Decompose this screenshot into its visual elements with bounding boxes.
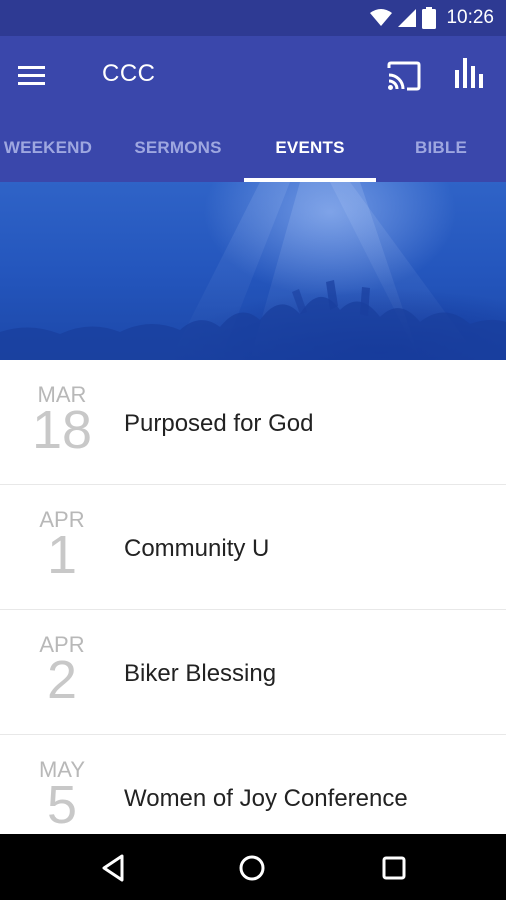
- app-bar: CCC: [0, 36, 506, 116]
- home-icon: [239, 855, 265, 881]
- tab-sermons[interactable]: SERMONS: [112, 116, 244, 182]
- menu-button[interactable]: [18, 58, 58, 94]
- recents-icon: [382, 856, 406, 880]
- back-icon: [102, 854, 124, 882]
- event-day: 1: [46, 525, 78, 585]
- tab-events[interactable]: EVENTS: [244, 116, 376, 182]
- recents-button[interactable]: [376, 850, 416, 886]
- event-row[interactable]: MAY 5 Women of Joy Conference: [0, 735, 506, 834]
- crowd-silhouette: [0, 182, 506, 360]
- tab-bible[interactable]: BIBLE: [376, 116, 506, 182]
- event-title: Biker Blessing: [124, 660, 277, 687]
- event-day: 18: [31, 400, 93, 460]
- wifi-icon: [370, 9, 393, 27]
- bar-chart-icon: [455, 58, 483, 88]
- back-button[interactable]: [96, 850, 136, 886]
- status-bar: 10:26: [0, 0, 506, 36]
- hero-image: [0, 182, 506, 360]
- cast-icon: [387, 61, 421, 91]
- menu-icon: [18, 66, 45, 85]
- event-row[interactable]: MAR 18 Purposed for God: [0, 360, 506, 485]
- system-nav-bar: [0, 834, 506, 900]
- event-day: 5: [46, 775, 78, 834]
- event-row[interactable]: APR 1 Community U: [0, 485, 506, 610]
- home-button[interactable]: [234, 850, 274, 886]
- status-time: 10:26: [446, 7, 494, 28]
- event-title: Women of Joy Conference: [124, 785, 408, 812]
- event-title: Purposed for God: [124, 410, 314, 437]
- events-list: MAR 18 Purposed for God APR 1 Community …: [0, 360, 506, 834]
- battery-icon: [422, 7, 437, 29]
- cast-button[interactable]: [386, 58, 426, 94]
- event-day: 2: [46, 650, 78, 710]
- signal-icon: [398, 9, 417, 27]
- tab-weekend[interactable]: WEEKEND: [0, 116, 96, 182]
- tab-bar: WEEKEND SERMONS EVENTS BIBLE: [0, 116, 506, 182]
- event-row[interactable]: APR 2 Biker Blessing: [0, 610, 506, 735]
- app-title: CCC: [102, 60, 156, 87]
- event-title: Community U: [124, 535, 270, 562]
- stats-button[interactable]: [454, 56, 494, 94]
